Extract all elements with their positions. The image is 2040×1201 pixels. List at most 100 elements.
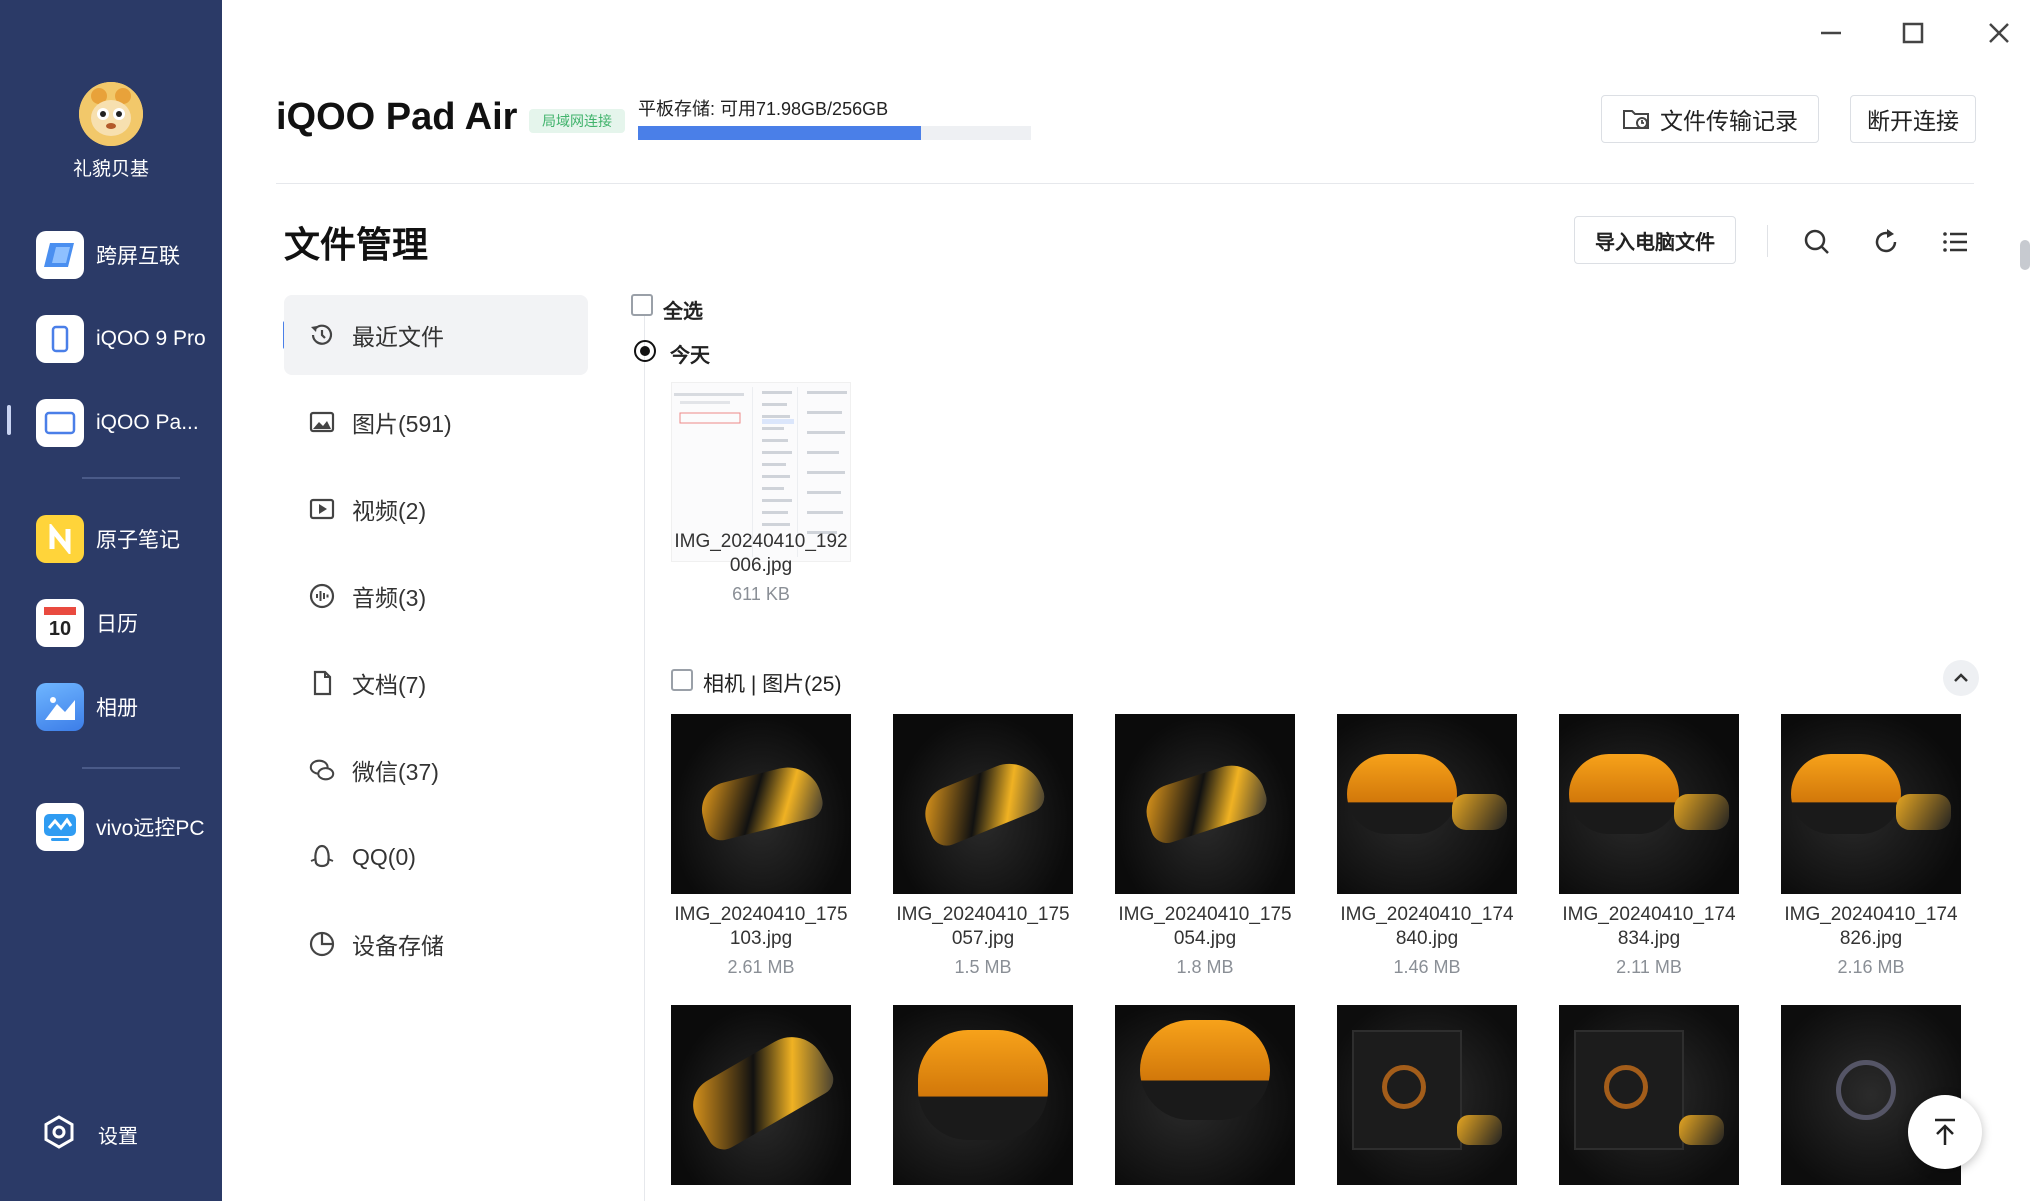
select-all-checkbox[interactable] [631,294,653,316]
file-thumbnail[interactable] [893,714,1073,894]
sidebar-item-label: 跨屏互联 [96,245,180,268]
category-documents[interactable]: 文档(7) [284,643,588,723]
content-divider [644,312,645,1201]
sidebar-item-label: iQOO Pa... [96,411,199,434]
collapse-group-button[interactable] [1943,660,1979,696]
page-title: 文件管理 [284,224,429,265]
file-name: IMG_20240410_174 826.jpg [1766,903,1976,951]
category-label: QQ(0) [352,843,416,870]
sidebar-item-iqoo-pad[interactable]: iQOO Pa... [36,398,222,448]
sidebar-divider [82,477,180,479]
sidebar-item-vivo-remote-pc[interactable]: vivo远控PC [36,802,222,852]
category-label: 最近文件 [352,324,444,350]
sidebar-item-label: vivo远控PC [96,817,205,840]
sidebar-item-gallery[interactable]: 相册 [36,682,222,732]
file-thumbnail[interactable] [1781,714,1961,894]
remote-pc-icon [36,803,84,851]
close-button[interactable] [1984,18,2014,56]
minimize-button[interactable] [1816,18,1846,56]
category-images[interactable]: 图片(591) [284,382,588,462]
back-to-top-button[interactable] [1908,1095,1982,1169]
cross-screen-icon [36,231,84,279]
file-name-line: 826.jpg [1839,928,1903,949]
settings-label: 设置 [98,1126,138,1148]
import-label: 导入电脑文件 [1595,231,1715,254]
file-size: 1.5 MB [954,957,1012,977]
file-thumbnail[interactable] [671,1005,851,1185]
category-audio[interactable]: 音频(3) [284,556,588,636]
sidebar-item-calendar[interactable]: 10 日历 [36,598,222,648]
file-thumbnail[interactable] [1115,714,1295,894]
calendar-icon: 10 [36,599,84,647]
file-thumbnail[interactable] [1337,1005,1517,1185]
category-device-storage[interactable]: 设备存储 [284,904,588,984]
file-name-line: 103.jpg [729,928,793,949]
category-label: 文档(7) [352,672,427,698]
scrollbar-thumb[interactable] [2020,240,2030,270]
file-name-line: IMG_20240410_192 [674,531,848,552]
sidebar-divider [82,767,180,769]
file-name-line: 057.jpg [951,928,1015,949]
device-title: iQOO Pad Air [276,96,518,138]
today-label: 今天 [670,345,710,367]
file-thumbnail[interactable] [1115,1005,1295,1185]
folder-sync-icon [1622,107,1650,131]
file-thumbnail[interactable] [1559,714,1739,894]
file-thumbnail[interactable] [893,1005,1073,1185]
file-size: 611 KB [732,584,790,604]
history-icon [308,321,336,349]
header-divider [276,183,1974,184]
sidebar-item-label: 原子笔记 [96,529,180,552]
file-name-line: IMG_20240410_174 [1340,904,1514,925]
user-profile[interactable]: 礼貌贝基 [0,82,222,181]
search-icon[interactable] [1799,224,1835,260]
transfer-log-label: 文件传输记录 [1660,108,1798,134]
sidebar-item-notes[interactable]: 原子笔记 [36,514,222,564]
maximize-button[interactable] [1898,18,1928,56]
user-name: 礼貌贝基 [72,159,149,180]
category-wechat[interactable]: 微信(37) [284,730,588,810]
gallery-icon [36,683,84,731]
connection-badge: 局域网连接 [529,109,625,133]
sidebar: 礼貌贝基 跨屏互联 iQOO 9 Pro iQOO Pa... 原子笔记 10 … [0,0,222,1201]
storage-bar-fill [638,126,921,140]
file-thumbnail[interactable] [671,714,851,894]
calendar-day: 10 [49,618,71,640]
arrow-up-icon [1929,1116,1961,1148]
file-thumbnail[interactable] [1559,1005,1739,1185]
settings-button[interactable]: 设置 [42,1115,138,1154]
refresh-icon[interactable] [1868,224,1904,260]
user-avatar[interactable] [79,82,143,146]
image-icon [308,408,336,436]
chevron-up-icon [1951,668,1971,688]
file-name: IMG_20240410_175 057.jpg [878,903,1088,951]
phone-icon [36,315,84,363]
file-name-line: IMG_20240410_175 [1118,904,1292,925]
disconnect-label: 断开连接 [1867,108,1959,134]
sidebar-item-cross-screen[interactable]: 跨屏互联 [36,230,222,280]
disconnect-button[interactable]: 断开连接 [1850,95,1976,143]
import-pc-files-button[interactable]: 导入电脑文件 [1574,216,1736,264]
app-window: 礼貌贝基 跨屏互联 iQOO 9 Pro iQOO Pa... 原子笔记 10 … [0,0,2040,1201]
sidebar-item-label: 相册 [96,697,138,720]
file-name: IMG_20240410_174 840.jpg [1322,903,1532,951]
group-checkbox[interactable] [671,669,693,691]
file-name-line: 006.jpg [729,555,793,576]
category-videos[interactable]: 视频(2) [284,469,588,549]
category-label: 视频(2) [352,498,427,524]
sidebar-item-iqoo-9-pro[interactable]: iQOO 9 Pro [36,314,222,364]
transfer-log-button[interactable]: 文件传输记录 [1601,95,1819,143]
tablet-icon [36,399,84,447]
file-name: IMG_20240410_174 834.jpg [1544,903,1754,951]
file-thumbnail[interactable] [1337,714,1517,894]
category-label: 设备存储 [352,933,444,959]
category-qq[interactable]: QQ(0) [284,817,588,897]
file-size: 2.61 MB [727,957,795,977]
qq-icon [308,843,336,871]
today-radio[interactable] [634,340,656,362]
file-size: 2.11 MB [1616,957,1682,977]
file-name-line: 834.jpg [1617,928,1681,949]
category-recent[interactable]: 最近文件 [284,295,588,375]
list-view-icon[interactable] [1937,224,1973,260]
sidebar-item-label: iQOO 9 Pro [96,327,206,350]
